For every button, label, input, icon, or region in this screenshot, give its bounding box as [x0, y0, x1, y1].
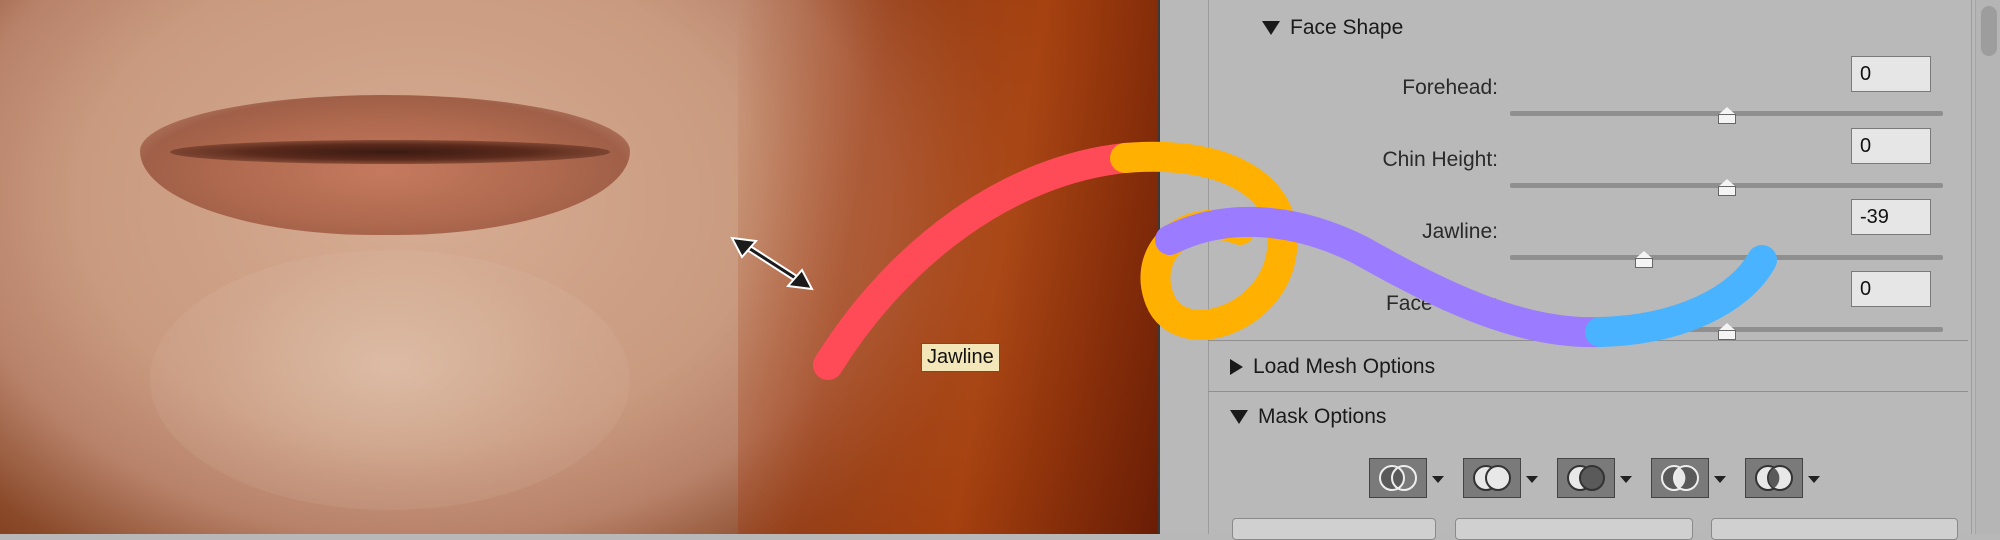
divider [1208, 340, 1968, 341]
scrollbar-thumb[interactable] [1981, 6, 1997, 56]
chevron-down-icon[interactable] [1808, 476, 1820, 483]
mask-replace-button[interactable] [1369, 458, 1427, 498]
disclosure-down-icon [1230, 410, 1248, 424]
mask-subtract-button[interactable] [1557, 458, 1615, 498]
face-shape-title: Face Shape [1290, 16, 1404, 39]
mask-icon [1379, 465, 1417, 491]
face-width-label: Face Width: [1385, 292, 1498, 315]
face-shape-header[interactable]: Face Shape [1262, 16, 1403, 40]
forehead-value-field[interactable]: 0 [1851, 56, 1931, 92]
panel-button[interactable] [1455, 518, 1693, 540]
chevron-down-icon[interactable] [1432, 476, 1444, 483]
tooltip: Jawline [921, 343, 1000, 372]
chin-height-value-field[interactable]: 0 [1851, 128, 1931, 164]
mask-icon [1755, 465, 1793, 491]
panel-button[interactable] [1232, 518, 1436, 540]
chevron-down-icon[interactable] [1714, 476, 1726, 483]
resize-cursor-icon [730, 236, 814, 291]
mask-options-title: Mask Options [1258, 405, 1387, 428]
scrollbar[interactable] [1975, 0, 2000, 534]
mask-icon [1661, 465, 1699, 491]
chin-highlight [150, 250, 630, 510]
jawline-label: Jawline: [1422, 220, 1498, 243]
divider [1208, 391, 1968, 392]
load-mesh-options-header[interactable]: Load Mesh Options [1230, 355, 1435, 379]
disclosure-down-icon [1262, 21, 1280, 35]
jawline-value-field[interactable]: -39 [1851, 199, 1931, 235]
mask-add-button[interactable] [1463, 458, 1521, 498]
lips [140, 95, 630, 235]
mask-options-header[interactable]: Mask Options [1230, 405, 1386, 429]
lip-line [170, 140, 610, 164]
jawline-slider-track[interactable] [1510, 255, 1943, 260]
chevron-down-icon[interactable] [1526, 476, 1538, 483]
mask-icon [1473, 465, 1511, 491]
load-mesh-options-title: Load Mesh Options [1253, 355, 1436, 378]
disclosure-right-icon [1230, 359, 1243, 375]
forehead-label: Forehead: [1402, 76, 1498, 99]
chevron-down-icon[interactable] [1620, 476, 1632, 483]
face-width-value-field[interactable]: 0 [1851, 271, 1931, 307]
chin-height-label: Chin Height: [1382, 148, 1498, 171]
mask-intersect-button[interactable] [1651, 458, 1709, 498]
mask-invert-button[interactable] [1745, 458, 1803, 498]
panel-button[interactable] [1711, 518, 1958, 540]
photo-canvas[interactable]: Jawline [0, 0, 1158, 534]
mask-icon [1567, 465, 1605, 491]
